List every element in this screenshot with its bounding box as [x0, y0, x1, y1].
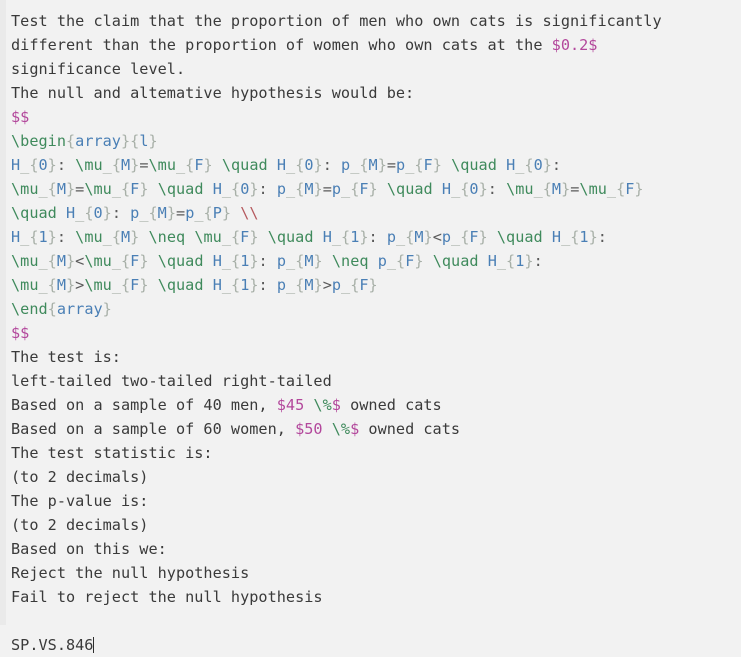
brace-open: {: [130, 132, 140, 150]
sample-men-percent-value: $45: [276, 396, 305, 414]
latex-begin-command: \begin: [11, 132, 66, 150]
latex-percent-command: \%: [331, 420, 351, 438]
code-text: significance level.: [11, 60, 186, 78]
code-line[interactable]: Fail to reject the null hypothesis: [11, 585, 741, 609]
latex-percent-command: \%: [313, 396, 332, 414]
code-line[interactable]: (to 2 decimals): [11, 465, 741, 489]
latex-env-name: array: [56, 300, 103, 318]
code-line[interactable]: The null and altemative hypothesis would…: [11, 81, 741, 105]
math-delimiter: $: [350, 420, 360, 438]
code-line[interactable]: Reject the null hypothesis: [11, 561, 741, 585]
test-statistic-hint: (to 2 decimals): [11, 468, 149, 486]
math-block-open: $$: [11, 108, 30, 126]
code-line[interactable]: The p-value is:: [11, 489, 741, 513]
code-line[interactable]: Based on a sample of 40 men, $45 \%$ own…: [11, 393, 741, 417]
code-line[interactable]: Based on a sample of 60 women, $50 \%$ o…: [11, 417, 741, 441]
code-line[interactable]: (to 2 decimals): [11, 513, 741, 537]
code-line[interactable]: The test statistic is:: [11, 441, 741, 465]
test-tail-options: left-tailed two-tailed right-tailed: [11, 372, 332, 390]
code-line[interactable]: \mu_{M}>\mu_{F} \quad H_{1}: p_{M}>p_{F}: [11, 273, 741, 297]
conclusion-option-reject: Reject the null hypothesis: [11, 564, 250, 582]
code-editor-pane[interactable]: Test the claim that the proportion of me…: [0, 0, 741, 654]
p-value-hint: (to 2 decimals): [11, 516, 149, 534]
code-line[interactable]: Based on this we:: [11, 537, 741, 561]
sample-women-text-tail: owned cats: [359, 420, 461, 438]
brace-close: }: [102, 300, 112, 318]
conclusion-label: Based on this we:: [11, 540, 167, 558]
code-line[interactable]: \mu_{M}=\mu_{F} \quad H_{0}: p_{M}=p_{F}…: [11, 177, 741, 201]
code-text: different than the proportion of women w…: [11, 36, 552, 54]
code-line[interactable]: \quad H_{0}: p_{M}=p_{P} \\: [11, 201, 741, 225]
sample-women-text: Based on a sample of 60 women,: [11, 420, 296, 438]
sample-men-text: Based on a sample of 40 men,: [11, 396, 277, 414]
brace-open: {: [65, 132, 76, 150]
code-line[interactable]: different than the proportion of women w…: [11, 33, 741, 57]
code-line[interactable]: H_{1}: \mu_{M} \neq \mu_{F} \quad H_{1}:…: [11, 225, 741, 249]
text-cursor: [93, 637, 95, 653]
code-line[interactable]: Test the claim that the proportion of me…: [11, 9, 741, 33]
code-text: Test the claim that the proportion of me…: [11, 12, 662, 30]
math-delimiter: $: [331, 396, 341, 414]
code-line[interactable]: \end{array}: [11, 297, 741, 321]
code-line[interactable]: $$: [11, 105, 741, 129]
math-block-close: $$: [11, 324, 30, 342]
math-inline-significance: $0.2$: [551, 36, 598, 54]
code-line[interactable]: left-tailed two-tailed right-tailed: [11, 369, 741, 393]
latex-line-break: \\: [240, 204, 259, 222]
latex-end-command: \end: [11, 300, 48, 318]
code-line-blank[interactable]: [11, 609, 741, 633]
code-line[interactable]: SP.VS.846: [11, 633, 741, 657]
code-line[interactable]: significance level.: [11, 57, 741, 81]
code-line[interactable]: \begin{array}{l}: [11, 129, 741, 153]
code-line[interactable]: $$: [11, 321, 741, 345]
code-text: The null and altemative hypothesis would…: [11, 84, 415, 102]
code-line[interactable]: \mu_{M}<\mu_{F} \quad H_{1}: p_{M} \neq …: [11, 249, 741, 273]
latex-array-alignment: l: [139, 132, 149, 150]
brace-close: }: [148, 132, 158, 150]
conclusion-option-fail-to-reject: Fail to reject the null hypothesis: [11, 588, 323, 606]
sample-men-text-tail: owned cats: [340, 396, 442, 414]
code-line[interactable]: The test is:: [11, 345, 741, 369]
problem-id: SP.VS.846: [11, 636, 94, 654]
test-is-label: The test is:: [11, 348, 121, 366]
p-value-label: The p-value is:: [11, 492, 149, 510]
latex-env-name: array: [75, 132, 121, 150]
editor-text-area[interactable]: Test the claim that the proportion of me…: [0, 0, 741, 657]
code-line[interactable]: H_{0}: \mu_{M}=\mu_{F} \quad H_{0}: p_{M…: [11, 153, 741, 177]
brace-open: {: [47, 300, 57, 318]
brace-close: }: [120, 132, 131, 150]
test-statistic-label: The test statistic is:: [11, 444, 213, 462]
sample-women-percent-value: $50: [295, 420, 323, 438]
